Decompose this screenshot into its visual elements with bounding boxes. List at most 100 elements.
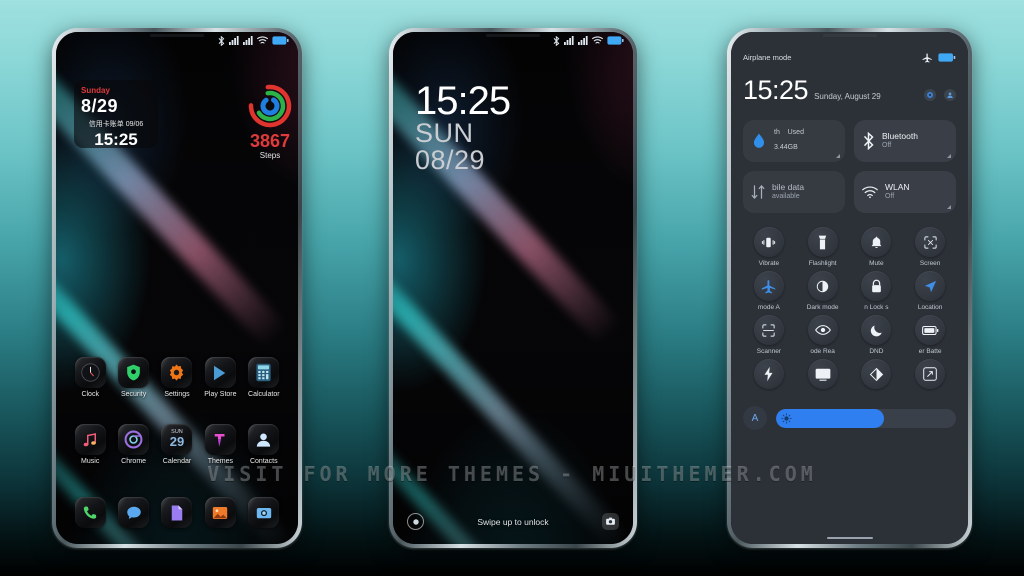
- lock-clock: 15:25 SUN 08/29: [415, 81, 511, 174]
- camera-icon[interactable]: [248, 497, 280, 528]
- cc-time: 15:25: [743, 75, 809, 105]
- toggle-label: er Batte: [918, 348, 942, 355]
- clock-widget[interactable]: Sunday 8/29 信用卡账单 09/06 15:25: [74, 80, 158, 149]
- bluetooth-icon: [553, 35, 560, 46]
- tile-wlan-title: WLAN: [885, 182, 910, 193]
- toggle-airplane-mode[interactable]: mode A: [743, 271, 795, 311]
- phone-icon[interactable]: [74, 497, 106, 528]
- clock-icon: [74, 357, 106, 388]
- toggle-label: Dark mode: [806, 304, 839, 311]
- tile-mobile-data-title: bile data: [772, 182, 805, 193]
- phone-screen: 15:25 SUN 08/29 Swipe up to unlock: [393, 32, 633, 544]
- signal-icon: [564, 36, 574, 45]
- app-label: Calculator: [248, 391, 280, 398]
- toggle-mute[interactable]: Mute: [851, 227, 903, 267]
- tile-data-value: 3.44: [774, 144, 788, 152]
- app-calendar[interactable]: SUN 29 Calendar: [157, 424, 197, 465]
- tile-expand-corner[interactable]: [947, 154, 951, 158]
- toggle-lock-screen[interactable]: n Lock s: [851, 271, 903, 311]
- app-settings[interactable]: Settings: [157, 357, 197, 398]
- toggle-battery-saver[interactable]: er Batte: [904, 315, 956, 355]
- app-grid-row-1: Clock Security Settings Play Store Calcu…: [70, 357, 284, 398]
- wifi-icon: [257, 36, 268, 44]
- toggle-dnd[interactable]: DND: [851, 315, 903, 355]
- toggle-screenshot[interactable]: Screen: [904, 227, 956, 267]
- flashlight-icon: [807, 227, 838, 257]
- toggle-vibrate[interactable]: Vibrate: [743, 227, 795, 267]
- flashlight-icon[interactable]: [407, 513, 424, 530]
- app-security[interactable]: Security: [113, 357, 153, 398]
- earpiece-grille: [822, 34, 877, 37]
- location-icon: [915, 271, 946, 301]
- toggle-scanner[interactable]: Scanner: [743, 315, 795, 355]
- app-label: Chrome: [121, 458, 147, 465]
- toggle-label: Scanner: [756, 348, 781, 355]
- themes-icon: [204, 424, 236, 455]
- toggle-lightning[interactable]: [743, 359, 795, 392]
- calculator-icon: [248, 357, 280, 388]
- steps-widget[interactable]: 3867 Steps: [234, 82, 298, 160]
- user-icon[interactable]: [944, 89, 956, 101]
- auto-brightness-button[interactable]: A: [743, 406, 767, 430]
- dock: [70, 497, 284, 528]
- app-music[interactable]: Music: [70, 424, 110, 465]
- toggle-label: Location: [917, 304, 943, 311]
- gear-icon: [161, 357, 193, 388]
- toggle-expand[interactable]: [904, 359, 956, 392]
- control-center-panel: Airplane mode 15:25 Sunday, August 29 th…: [731, 32, 968, 544]
- gear-icon[interactable]: [924, 89, 936, 101]
- signal-icon: [229, 36, 239, 45]
- lock-bottom-bar: Swipe up to unlock: [393, 513, 633, 530]
- battery-icon: [607, 36, 624, 45]
- app-play-store[interactable]: Play Store: [200, 357, 240, 398]
- music-note-icon: [74, 424, 106, 455]
- brightness-slider[interactable]: [776, 408, 956, 428]
- brightness-row: A: [743, 406, 956, 430]
- steps-label: Steps: [259, 151, 281, 160]
- lock-icon: [861, 271, 892, 301]
- gallery-icon[interactable]: [204, 497, 236, 528]
- notes-icon[interactable]: [161, 497, 193, 528]
- home-indicator: [826, 536, 873, 539]
- lightning-icon: [753, 359, 784, 389]
- message-icon[interactable]: [118, 497, 150, 528]
- toggle-reading-mode[interactable]: ode Rea: [797, 315, 849, 355]
- earpiece-grille: [486, 34, 540, 37]
- app-label: Music: [81, 458, 100, 465]
- tile-data-usage[interactable]: th Used 3.44GB: [743, 120, 845, 162]
- app-label: Calendar: [162, 458, 192, 465]
- auto-brightness-label: A: [751, 412, 759, 424]
- moon-icon: [861, 315, 892, 345]
- tile-expand-corner[interactable]: [836, 154, 840, 158]
- toggle-cast[interactable]: [797, 359, 849, 392]
- expand-icon: [915, 359, 946, 389]
- toggle-location[interactable]: Location: [904, 271, 956, 311]
- app-grid-row-2: Music Chrome SUN 29 Calendar Themes Cont…: [70, 424, 284, 465]
- app-themes[interactable]: Themes: [200, 424, 240, 465]
- tile-mobile-data[interactable]: bile data available: [743, 171, 845, 213]
- tile-wlan[interactable]: WLAN Off: [854, 171, 956, 213]
- tile-data-used-label: Used: [787, 128, 804, 136]
- tile-bluetooth[interactable]: Bluetooth Off: [854, 120, 956, 162]
- app-calculator[interactable]: Calculator: [244, 357, 284, 398]
- toggle-contrast[interactable]: [851, 359, 903, 392]
- app-label: Clock: [81, 391, 99, 398]
- app-chrome[interactable]: Chrome: [113, 424, 153, 465]
- steps-value: 3867: [249, 131, 291, 151]
- tile-expand-corner[interactable]: [947, 205, 951, 209]
- camera-icon[interactable]: [601, 513, 619, 530]
- contrast-icon: [861, 359, 892, 389]
- battery-icon: [938, 53, 956, 62]
- toggle-flashlight[interactable]: Flashlight: [797, 227, 849, 267]
- app-contacts[interactable]: Contacts: [244, 424, 284, 465]
- app-label: Contacts: [249, 458, 278, 465]
- toggle-dark-mode[interactable]: Dark mode: [797, 271, 849, 311]
- steps-ring: [246, 82, 294, 130]
- bell-icon: [861, 227, 892, 257]
- data-drop-icon: [753, 133, 765, 148]
- contacts-icon: [248, 424, 280, 455]
- widget-time: 15:25: [94, 130, 138, 149]
- battery-icon: [272, 36, 289, 45]
- phone-control-center: Airplane mode 15:25 Sunday, August 29 th…: [727, 28, 972, 548]
- app-clock[interactable]: Clock: [70, 357, 110, 398]
